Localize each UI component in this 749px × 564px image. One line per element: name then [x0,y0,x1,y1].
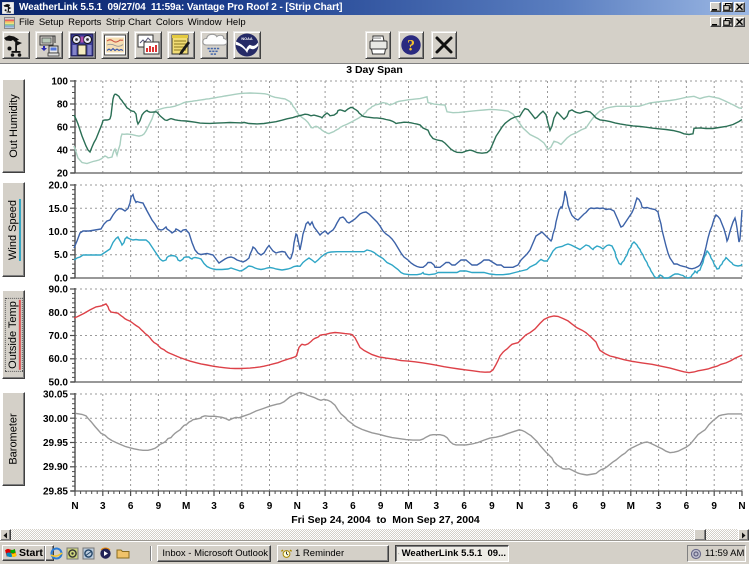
svg-text:N: N [71,501,78,512]
svg-text:5.0: 5.0 [54,250,68,261]
svg-text:6: 6 [350,501,356,512]
svg-text:9: 9 [711,501,717,512]
svg-text:80: 80 [57,100,69,111]
svg-text:60.0: 60.0 [49,354,69,365]
svg-text:3: 3 [100,501,106,512]
svg-text:20.0: 20.0 [49,181,69,192]
svg-text:9: 9 [600,501,606,512]
svg-text:29.95: 29.95 [43,438,68,449]
svg-text:9: 9 [489,501,495,512]
svg-text:3: 3 [434,501,440,512]
svg-text:M: M [404,501,412,512]
svg-text:60: 60 [57,123,69,134]
svg-text:N: N [294,501,301,512]
svg-text:6: 6 [128,501,134,512]
svg-text:6: 6 [572,501,578,512]
svg-text:3: 3 [211,501,217,512]
svg-text:N: N [738,501,745,512]
svg-text:9: 9 [378,501,384,512]
svg-text:9: 9 [156,501,162,512]
svg-text:NOAA: NOAA [241,37,252,41]
svg-text:0.0: 0.0 [54,274,68,285]
svg-text:70.0: 70.0 [49,331,69,342]
svg-text:50.0: 50.0 [49,378,69,389]
svg-text:15.0: 15.0 [49,204,69,215]
svg-text:100: 100 [51,77,68,88]
svg-text:30.00: 30.00 [43,414,68,425]
svg-text:?: ? [407,38,415,55]
svg-text:N: N [516,501,523,512]
svg-text:90.0: 90.0 [49,285,69,296]
svg-text:M: M [182,501,190,512]
svg-text:3: 3 [322,501,328,512]
svg-text:3: 3 [656,501,662,512]
svg-text:3: 3 [545,501,551,512]
svg-text:29.90: 29.90 [43,462,68,473]
svg-text:6: 6 [239,501,245,512]
svg-text:6: 6 [461,501,467,512]
svg-text:20: 20 [57,169,69,180]
svg-text:30.05: 30.05 [43,390,68,401]
svg-text:9: 9 [267,501,273,512]
svg-text:40: 40 [57,146,69,157]
svg-text:M: M [627,501,635,512]
svg-text:29.85: 29.85 [43,487,68,498]
svg-text:80.0: 80.0 [49,308,69,319]
svg-text:10.0: 10.0 [49,227,69,238]
svg-text:6: 6 [684,501,690,512]
